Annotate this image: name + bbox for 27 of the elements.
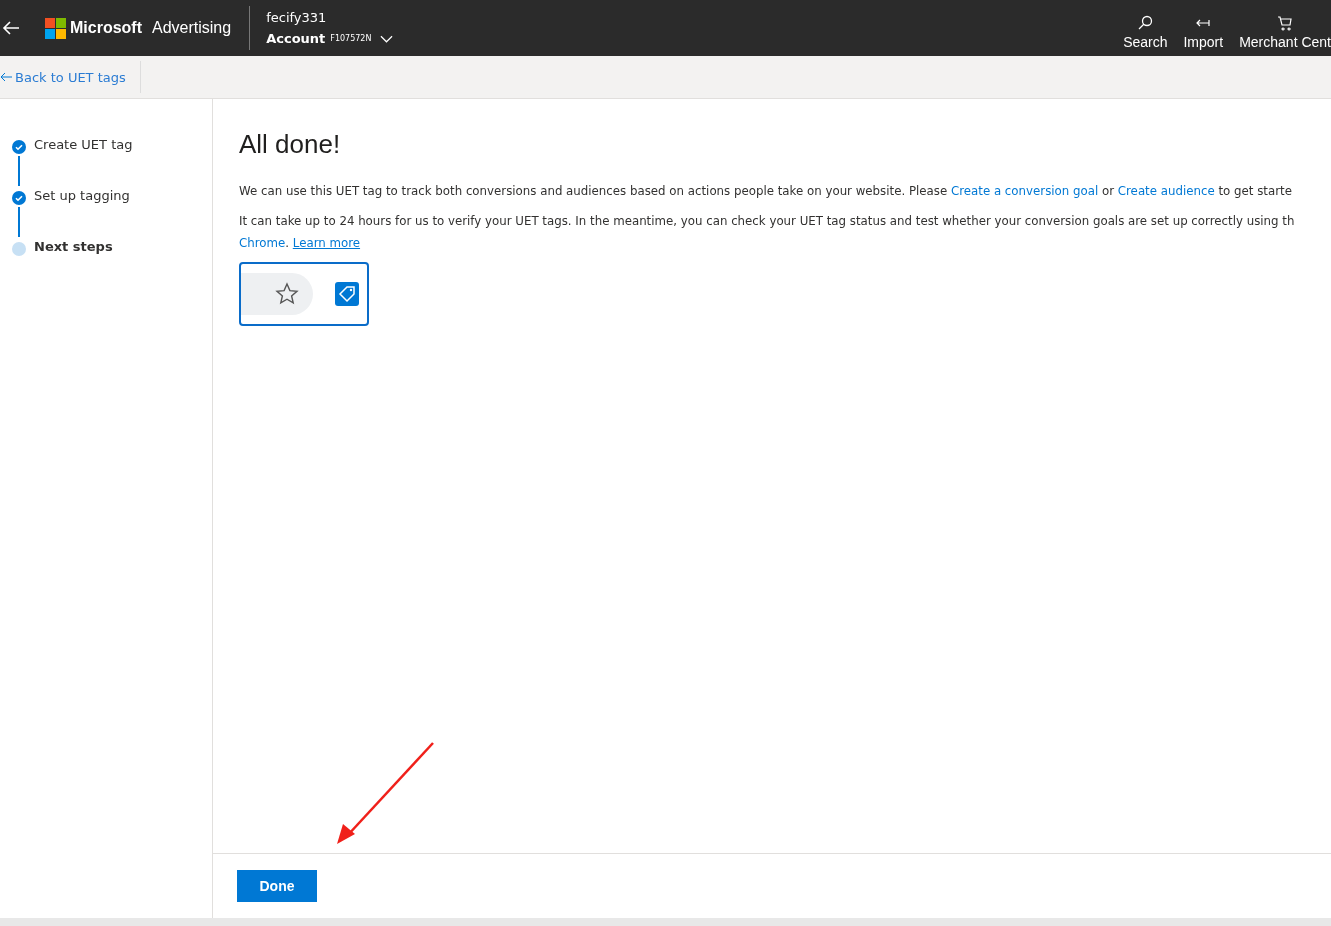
merchant-center-button[interactable]: Merchant Cent xyxy=(1231,6,1331,50)
user-name: fecify331 xyxy=(266,10,328,25)
product-name: Advertising xyxy=(152,6,251,50)
step-label[interactable]: Next steps xyxy=(34,239,113,256)
learn-more-link[interactable]: Learn more xyxy=(292,236,361,250)
search-icon xyxy=(1137,14,1154,31)
account-label: Account xyxy=(266,31,326,46)
logo-icon xyxy=(45,17,66,39)
paragraph: It can take up to 24 hours for us to verify your UET tags. In the meantime, you can check your UET tag status and test whether your conversion goals are set up correctly using th Chrome. Learn more xyxy=(239,213,1296,252)
import-button[interactable]: Import xyxy=(1175,6,1232,50)
chevron-down-icon[interactable] xyxy=(380,34,394,43)
back-arrow-icon xyxy=(0,72,12,82)
step-label[interactable]: Set up tagging xyxy=(34,188,130,239)
cart-icon xyxy=(1277,14,1294,31)
page-title: All done! xyxy=(239,129,342,160)
search-button[interactable]: Search xyxy=(1115,6,1176,50)
back-arrow-icon[interactable] xyxy=(2,21,20,35)
done-button[interactable]: Done xyxy=(237,870,317,902)
tag-icon xyxy=(335,282,359,306)
step-label[interactable]: Create UET tag xyxy=(34,137,133,188)
link[interactable]: Create audience xyxy=(1117,184,1215,198)
paragraph: We can use this UET tag to track both conversions and audiences based on actions people take on your website. Please Create a conversion goal or Create audience to get starte xyxy=(239,183,1293,200)
link[interactable]: Create a conversion goal xyxy=(950,184,1099,198)
account-id: F107572N xyxy=(330,34,372,43)
brand-name: Microsoft xyxy=(70,19,142,37)
star-icon xyxy=(275,282,299,306)
back-link[interactable]: Back to UET tags xyxy=(0,61,141,93)
